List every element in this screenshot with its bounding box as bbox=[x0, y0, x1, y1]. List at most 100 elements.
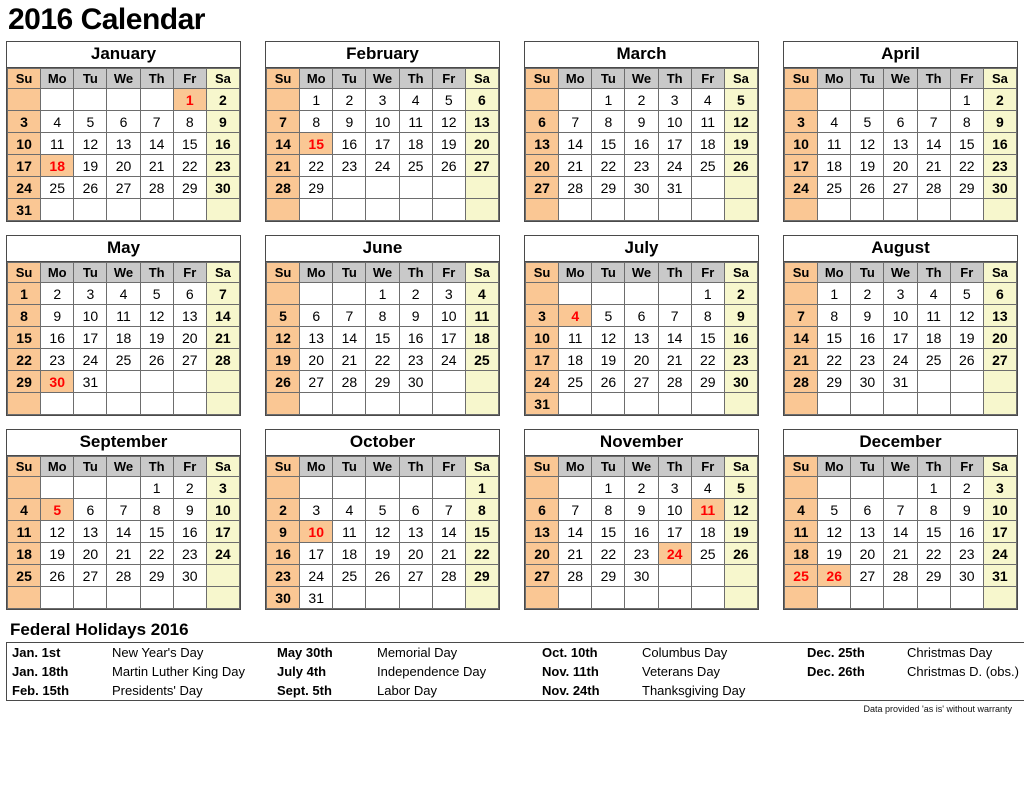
day-cell[interactable]: 26 bbox=[40, 564, 75, 587]
day-cell[interactable]: 20 bbox=[624, 348, 659, 371]
day-cell[interactable]: 28 bbox=[916, 176, 951, 199]
day-cell[interactable]: 7 bbox=[332, 304, 367, 327]
day-cell[interactable]: 1 bbox=[6, 282, 42, 305]
day-cell[interactable]: 1 bbox=[464, 476, 500, 499]
day-cell[interactable]: 22 bbox=[949, 154, 984, 177]
day-cell[interactable]: 19 bbox=[591, 348, 626, 371]
day-cell[interactable]: 5 bbox=[850, 110, 885, 133]
day-cell[interactable]: 15 bbox=[591, 520, 626, 543]
day-cell[interactable]: 7 bbox=[106, 498, 141, 521]
day-cell[interactable]: 3 bbox=[73, 282, 108, 305]
day-cell[interactable]: 12 bbox=[40, 520, 75, 543]
day-cell[interactable]: 28 bbox=[332, 370, 367, 393]
day-cell[interactable]: 6 bbox=[624, 304, 659, 327]
day-cell[interactable]: 25 bbox=[690, 542, 725, 565]
day-cell[interactable]: 2 bbox=[265, 498, 301, 521]
day-cell[interactable]: 11 bbox=[916, 304, 951, 327]
day-cell[interactable]: 13 bbox=[624, 326, 659, 349]
day-cell[interactable]: 3 bbox=[783, 110, 819, 133]
day-cell[interactable]: 13 bbox=[524, 520, 560, 543]
day-cell[interactable]: 24 bbox=[431, 348, 466, 371]
day-cell[interactable]: 21 bbox=[783, 348, 819, 371]
day-cell[interactable]: 4 bbox=[6, 498, 42, 521]
day-cell[interactable]: 21 bbox=[265, 154, 301, 177]
day-cell[interactable]: 14 bbox=[106, 520, 141, 543]
day-cell[interactable]: 17 bbox=[299, 542, 334, 565]
day-cell[interactable]: 5 bbox=[723, 88, 759, 111]
day-cell[interactable]: 16 bbox=[982, 132, 1018, 155]
day-cell[interactable]: 3 bbox=[883, 282, 918, 305]
day-cell[interactable]: 14 bbox=[205, 304, 241, 327]
day-cell[interactable]: 29 bbox=[949, 176, 984, 199]
day-cell[interactable]: 30 bbox=[982, 176, 1018, 199]
day-cell[interactable]: 25 bbox=[40, 176, 75, 199]
day-cell[interactable]: 16 bbox=[265, 542, 301, 565]
day-cell[interactable]: 5 bbox=[40, 498, 75, 521]
day-cell[interactable]: 21 bbox=[106, 542, 141, 565]
day-cell[interactable]: 5 bbox=[817, 498, 852, 521]
day-cell[interactable]: 10 bbox=[205, 498, 241, 521]
day-cell[interactable]: 5 bbox=[723, 476, 759, 499]
day-cell[interactable]: 18 bbox=[6, 542, 42, 565]
day-cell[interactable]: 4 bbox=[398, 88, 433, 111]
day-cell[interactable]: 2 bbox=[205, 88, 241, 111]
day-cell[interactable]: 26 bbox=[265, 370, 301, 393]
day-cell[interactable]: 27 bbox=[883, 176, 918, 199]
day-cell[interactable]: 13 bbox=[524, 132, 560, 155]
day-cell[interactable]: 17 bbox=[205, 520, 241, 543]
day-cell[interactable]: 10 bbox=[299, 520, 334, 543]
day-cell[interactable]: 23 bbox=[624, 542, 659, 565]
day-cell[interactable]: 31 bbox=[73, 370, 108, 393]
day-cell[interactable]: 31 bbox=[982, 564, 1018, 587]
day-cell[interactable]: 11 bbox=[464, 304, 500, 327]
day-cell[interactable]: 1 bbox=[365, 282, 400, 305]
day-cell[interactable]: 12 bbox=[139, 304, 174, 327]
day-cell[interactable]: 20 bbox=[106, 154, 141, 177]
day-cell[interactable]: 27 bbox=[398, 564, 433, 587]
day-cell[interactable]: 2 bbox=[949, 476, 984, 499]
day-cell[interactable]: 30 bbox=[624, 564, 659, 587]
day-cell[interactable]: 14 bbox=[558, 520, 593, 543]
day-cell[interactable]: 8 bbox=[690, 304, 725, 327]
day-cell[interactable]: 8 bbox=[916, 498, 951, 521]
day-cell[interactable]: 17 bbox=[783, 154, 819, 177]
day-cell[interactable]: 3 bbox=[299, 498, 334, 521]
day-cell[interactable]: 8 bbox=[365, 304, 400, 327]
day-cell[interactable]: 10 bbox=[982, 498, 1018, 521]
day-cell[interactable]: 19 bbox=[723, 520, 759, 543]
day-cell[interactable]: 24 bbox=[6, 176, 42, 199]
day-cell[interactable]: 14 bbox=[783, 326, 819, 349]
day-cell[interactable]: 14 bbox=[657, 326, 692, 349]
day-cell[interactable]: 31 bbox=[6, 198, 42, 221]
day-cell[interactable]: 3 bbox=[524, 304, 560, 327]
day-cell[interactable]: 29 bbox=[172, 176, 207, 199]
day-cell[interactable]: 20 bbox=[299, 348, 334, 371]
day-cell[interactable]: 3 bbox=[657, 88, 692, 111]
day-cell[interactable]: 9 bbox=[172, 498, 207, 521]
day-cell[interactable]: 16 bbox=[332, 132, 367, 155]
day-cell[interactable]: 26 bbox=[365, 564, 400, 587]
day-cell[interactable]: 16 bbox=[398, 326, 433, 349]
day-cell[interactable]: 18 bbox=[106, 326, 141, 349]
day-cell[interactable]: 25 bbox=[783, 564, 819, 587]
day-cell[interactable]: 5 bbox=[949, 282, 984, 305]
day-cell[interactable]: 29 bbox=[591, 176, 626, 199]
day-cell[interactable]: 11 bbox=[398, 110, 433, 133]
day-cell[interactable]: 6 bbox=[524, 498, 560, 521]
day-cell[interactable]: 26 bbox=[723, 542, 759, 565]
day-cell[interactable]: 28 bbox=[883, 564, 918, 587]
day-cell[interactable]: 14 bbox=[332, 326, 367, 349]
day-cell[interactable]: 25 bbox=[464, 348, 500, 371]
day-cell[interactable]: 28 bbox=[657, 370, 692, 393]
day-cell[interactable]: 16 bbox=[205, 132, 241, 155]
day-cell[interactable]: 10 bbox=[524, 326, 560, 349]
day-cell[interactable]: 26 bbox=[591, 370, 626, 393]
day-cell[interactable]: 22 bbox=[172, 154, 207, 177]
day-cell[interactable]: 13 bbox=[106, 132, 141, 155]
day-cell[interactable]: 7 bbox=[139, 110, 174, 133]
day-cell[interactable]: 13 bbox=[464, 110, 500, 133]
day-cell[interactable]: 30 bbox=[172, 564, 207, 587]
day-cell[interactable]: 14 bbox=[558, 132, 593, 155]
day-cell[interactable]: 7 bbox=[657, 304, 692, 327]
day-cell[interactable]: 1 bbox=[172, 88, 207, 111]
